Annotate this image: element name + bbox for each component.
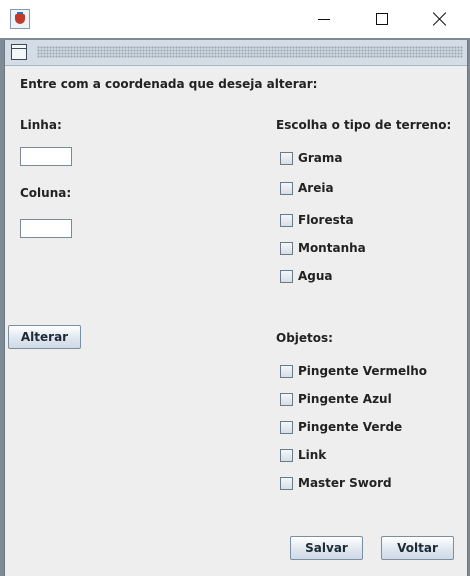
close-button[interactable] bbox=[411, 0, 469, 38]
checkbox-label: Floresta bbox=[298, 213, 354, 227]
terrain-title: Escolha o tipo de terreno: bbox=[276, 118, 452, 132]
checkbox-label: Pingente Verde bbox=[298, 420, 403, 434]
checkbox-areia[interactable]: Areia bbox=[280, 181, 334, 195]
close-icon bbox=[433, 12, 447, 26]
checkbox-box[interactable] bbox=[280, 241, 293, 255]
checkbox-pingente-azul[interactable]: Pingente Azul bbox=[280, 392, 392, 406]
checkbox-label: Areia bbox=[298, 181, 334, 195]
checkbox-box[interactable] bbox=[280, 364, 293, 378]
checkbox-box[interactable] bbox=[280, 448, 293, 462]
minimize-button[interactable] bbox=[295, 0, 353, 38]
java-cup-icon bbox=[10, 9, 30, 29]
checkbox-box[interactable] bbox=[280, 269, 293, 283]
checkbox-link[interactable]: Link bbox=[280, 448, 326, 462]
checkbox-master-sword[interactable]: Master Sword bbox=[280, 476, 392, 490]
checkbox-box[interactable] bbox=[280, 213, 293, 227]
alterar-button[interactable]: Alterar bbox=[8, 325, 81, 349]
linha-field[interactable] bbox=[20, 147, 72, 166]
maximize-button[interactable] bbox=[353, 0, 411, 38]
minimize-icon bbox=[318, 18, 330, 20]
title-bar bbox=[0, 0, 470, 38]
coluna-label: Coluna: bbox=[20, 186, 72, 200]
window-icon bbox=[11, 44, 27, 60]
checkbox-agua[interactable]: Agua bbox=[280, 269, 333, 283]
coluna-field[interactable] bbox=[20, 219, 72, 238]
checkbox-floresta[interactable]: Floresta bbox=[280, 213, 354, 227]
checkbox-pingente-verde[interactable]: Pingente Verde bbox=[280, 420, 402, 434]
internal-frame-title-bar[interactable] bbox=[5, 40, 467, 66]
checkbox-label: Pingente Vermelho bbox=[298, 364, 428, 378]
internal-frame: Entre com a coordenada que deseja altera… bbox=[4, 40, 468, 576]
title-bar-grip bbox=[37, 46, 463, 58]
checkbox-box[interactable] bbox=[280, 392, 293, 406]
voltar-button[interactable]: Voltar bbox=[381, 536, 454, 560]
checkbox-box[interactable] bbox=[280, 151, 293, 165]
linha-label: Linha: bbox=[20, 118, 62, 132]
checkbox-label: Link bbox=[298, 448, 327, 462]
checkbox-label: Master Sword bbox=[298, 476, 392, 490]
checkbox-grama[interactable]: Grama bbox=[280, 151, 342, 165]
checkbox-box[interactable] bbox=[280, 476, 293, 490]
objects-title: Objetos: bbox=[276, 331, 333, 345]
checkbox-pingente-vermelho[interactable]: Pingente Vermelho bbox=[280, 364, 427, 378]
coordinate-instruction: Entre com a coordenada que deseja altera… bbox=[20, 77, 318, 91]
salvar-button[interactable]: Salvar bbox=[290, 536, 363, 560]
checkbox-montanha[interactable]: Montanha bbox=[280, 241, 366, 255]
checkbox-label: Agua bbox=[298, 269, 333, 283]
checkbox-label: Pingente Azul bbox=[298, 392, 392, 406]
maximize-icon bbox=[376, 13, 388, 25]
checkbox-box[interactable] bbox=[280, 181, 293, 195]
checkbox-box[interactable] bbox=[280, 420, 293, 434]
checkbox-label: Montanha bbox=[298, 241, 366, 255]
checkbox-label: Grama bbox=[298, 151, 343, 165]
window: Entre com a coordenada que deseja altera… bbox=[0, 0, 470, 576]
